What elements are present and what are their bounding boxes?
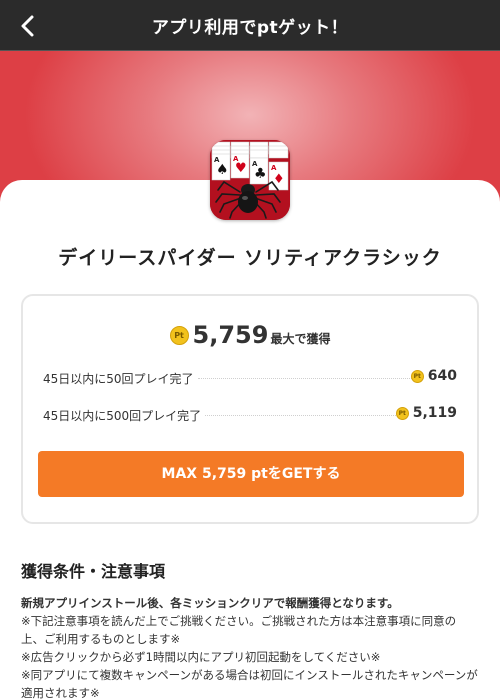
mission-row: 45日以内に500回プレイ完了 Pt 5,119: [43, 405, 457, 425]
page-title: アプリ利用でptゲット！: [151, 18, 349, 38]
top-bar: アプリ利用でptゲット！: [0, 0, 500, 51]
condition-note: ※広告クリックから必ず1時間以内にアプリ初回起動をしてください※: [21, 650, 381, 664]
total-points-label: 最大で獲得: [270, 331, 331, 346]
total-points-value: 5,759: [192, 321, 269, 349]
conditions-lead: 新規アプリインストール後、各ミッションクリアで報酬獲得となります。: [21, 596, 399, 610]
pt-coin-icon: Pt: [410, 369, 424, 383]
mission-reward: Pt 5,119: [395, 405, 457, 421]
mission-label: 45日以内に500回プレイ完了: [43, 409, 202, 423]
reward-card: Pt 5,759 最大で獲得 45日以内に50回プレイ完了 Pt 640 45日以内に…: [21, 294, 479, 524]
svg-text:♥: ♥: [235, 161, 247, 176]
total-reward: Pt 5,759 最大で獲得: [23, 321, 477, 349]
pt-coin-icon: Pt: [169, 325, 189, 345]
mission-reward: Pt 640: [410, 368, 457, 384]
svg-text:♠: ♠: [216, 162, 229, 178]
spider-solitaire-app-icon: A A A A ♠ ♥ ♣ ♦: [210, 140, 290, 220]
leader-dots: [205, 415, 400, 416]
mission-label: 45日以内に50回プレイ完了: [43, 372, 194, 386]
leader-dots: [198, 378, 412, 379]
app-name: デイリースパイダー ソリティアクラシック: [58, 247, 442, 269]
conditions-notes: 新規アプリインストール後、各ミッションクリアで報酬獲得となります。 ※下記注意事…: [21, 594, 479, 700]
conditions-title: 獲得条件・注意事項: [21, 562, 166, 581]
get-points-button[interactable]: MAX 5,759 ptをGETする: [38, 451, 464, 497]
mission-reward-value: 5,119: [412, 405, 457, 421]
svg-text:A: A: [271, 164, 277, 172]
condition-note: ※下記注意事項を読んだ上でご挑戦ください。ご挑戦された方は本注意事項に同意の上、…: [21, 614, 457, 646]
condition-note: ※同アプリにて複数キャンペーンがある場合は初回にインストールされたキャンペーンが…: [21, 668, 478, 700]
pt-coin-icon: Pt: [395, 406, 409, 420]
mission-reward-value: 640: [427, 368, 457, 384]
svg-text:♣: ♣: [254, 166, 267, 182]
mission-row: 45日以内に50回プレイ完了 Pt 640: [43, 368, 457, 388]
